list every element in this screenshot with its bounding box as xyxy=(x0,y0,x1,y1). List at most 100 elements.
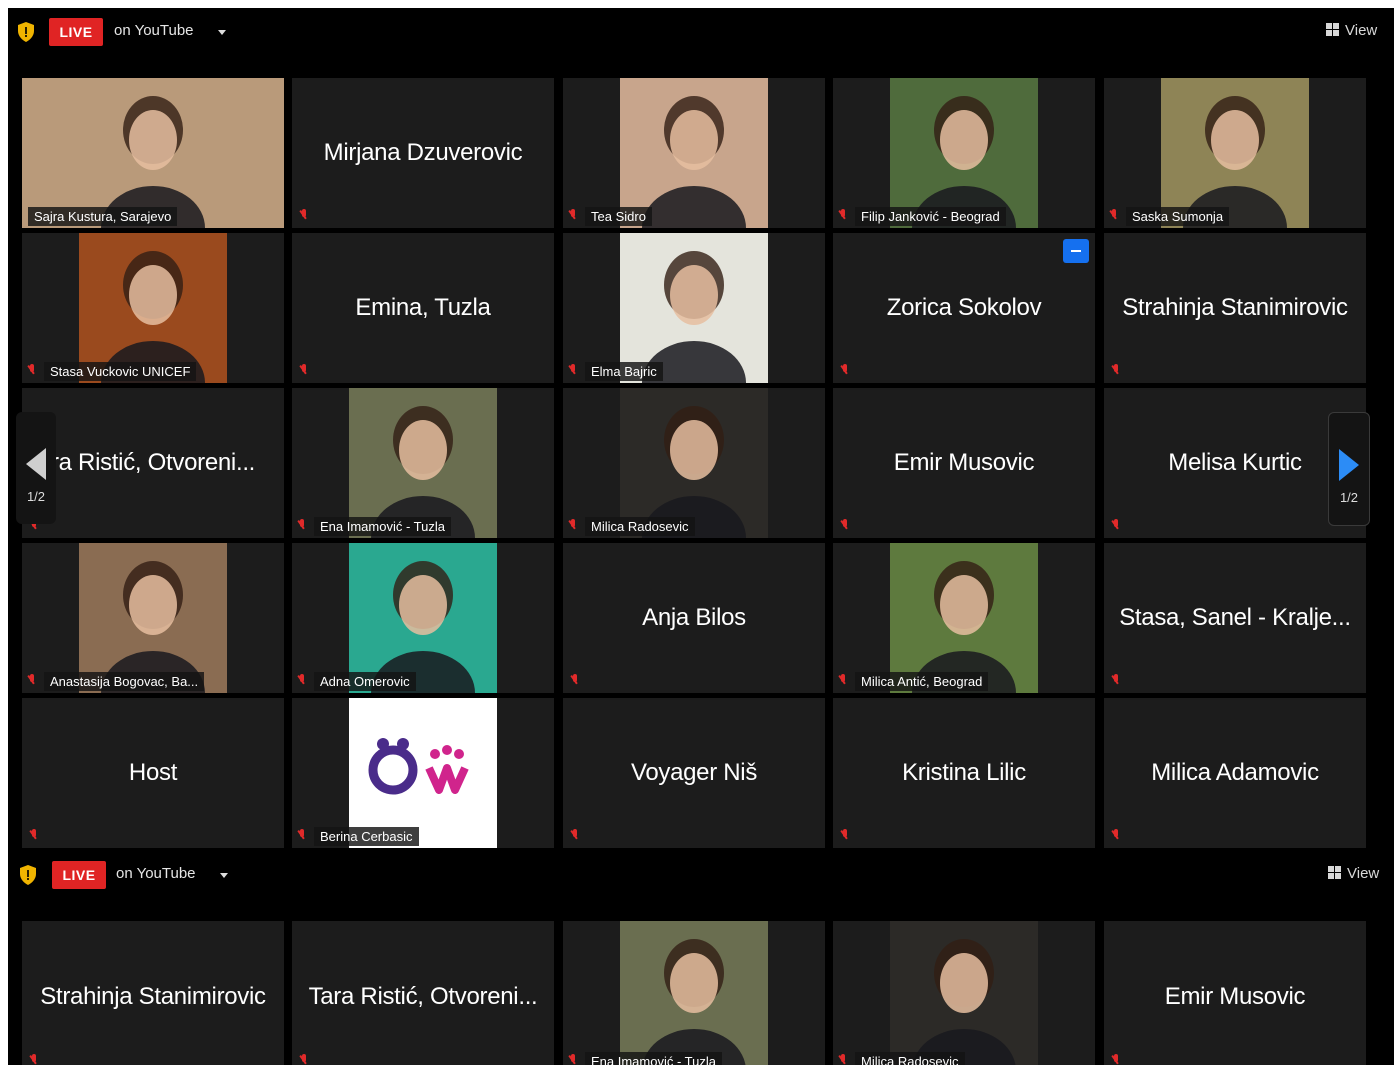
participant-tile[interactable]: Adna Omerovic xyxy=(292,543,554,693)
live-badge[interactable]: LIVE xyxy=(49,18,103,46)
person-silhouette xyxy=(912,939,1016,1065)
next-page-button[interactable]: 1/2 xyxy=(1328,412,1370,526)
participant-tile[interactable]: Strahinja Stanimirovic xyxy=(1104,233,1366,383)
participant-tile[interactable]: Kristina Lilic xyxy=(833,698,1095,848)
participant-tile[interactable]: Mirjana Dzuverovic xyxy=(292,78,554,228)
participant-tile[interactable]: Ena Imamović - Tuzla xyxy=(563,921,825,1065)
participant-tile[interactable]: Tea Sidro xyxy=(563,78,825,228)
participant-tile[interactable]: Berina Cerbasic xyxy=(292,698,554,848)
participant-video xyxy=(890,543,1038,693)
view-label: View xyxy=(1347,865,1380,882)
participant-tile[interactable]: Tara Ristić, Otvoreni... xyxy=(292,921,554,1065)
mic-muted-icon xyxy=(298,519,306,531)
participant-name-tag: Ena Imamović - Tuzla xyxy=(314,517,451,536)
participant-tile[interactable]: Voyager Niš xyxy=(563,698,825,848)
participant-name-tag: Milica Radosevic xyxy=(855,1052,965,1065)
arrow-right-icon xyxy=(1339,449,1359,481)
mic-muted-icon xyxy=(1112,829,1120,841)
participant-name: Milica Adamovic xyxy=(1151,759,1319,786)
participant-tile[interactable]: ra Ristić, Otvoreni... xyxy=(22,388,284,538)
mic-muted-icon xyxy=(30,1054,38,1065)
view-button[interactable]: View xyxy=(1326,22,1377,39)
participant-tile[interactable]: Sajra Kustura, Sarajevo xyxy=(22,78,284,228)
participant-name-tag: Tea Sidro xyxy=(585,207,652,226)
shield-icon[interactable] xyxy=(20,865,36,885)
participant-tile[interactable]: Stasa Vuckovic UNICEF xyxy=(22,233,284,383)
participant-name: Host xyxy=(128,759,178,786)
person-silhouette xyxy=(912,561,1016,693)
grid-view-icon xyxy=(1328,866,1341,879)
chevron-down-icon[interactable] xyxy=(220,873,228,878)
participant-name-tag: Saska Sumonja xyxy=(1126,207,1230,226)
person-silhouette xyxy=(642,96,746,228)
participant-name: Kristina Lilic xyxy=(902,759,1026,786)
live-stream-destination[interactable]: on YouTube xyxy=(114,22,194,39)
face xyxy=(399,575,447,635)
participant-name: Voyager Niš xyxy=(630,759,758,786)
minimize-icon[interactable] xyxy=(1063,239,1089,263)
person-silhouette xyxy=(101,96,205,228)
participant-logo xyxy=(349,698,497,848)
participant-tile[interactable]: Milica Antić, Beograd xyxy=(833,543,1095,693)
participant-tile[interactable]: Anastasija Bogovac, Ba... xyxy=(22,543,284,693)
face xyxy=(670,110,718,170)
participant-tile[interactable]: Emir Musovic xyxy=(833,388,1095,538)
participant-tile[interactable]: Ena Imamović - Tuzla xyxy=(292,388,554,538)
person-silhouette xyxy=(642,251,746,383)
participant-tile[interactable]: Saska Sumonja xyxy=(1104,78,1366,228)
participant-tile[interactable]: Stasa, Sanel - Kralje... xyxy=(1104,543,1366,693)
meeting-top-bar: LIVE on YouTube View xyxy=(8,851,1394,901)
mic-muted-icon xyxy=(571,674,579,686)
participant-tile[interactable]: Emir Musovic xyxy=(1104,921,1366,1065)
person-silhouette xyxy=(642,406,746,538)
mic-muted-icon xyxy=(1112,674,1120,686)
participant-tile[interactable]: Milica Radosevic xyxy=(563,388,825,538)
participant-tile[interactable]: Host xyxy=(22,698,284,848)
meeting-top-bar: LIVE on YouTube View xyxy=(8,8,1394,58)
mic-muted-icon xyxy=(300,209,308,221)
participant-name: Melisa Kurtic xyxy=(1168,449,1302,476)
participant-name-tag: Anastasija Bogovac, Ba... xyxy=(44,672,205,691)
mic-muted-icon xyxy=(30,829,38,841)
mic-muted-icon xyxy=(841,829,849,841)
mic-muted-icon xyxy=(839,674,847,686)
face xyxy=(399,420,447,480)
participant-name: Emir Musovic xyxy=(1164,983,1306,1010)
page-counter: 1/2 xyxy=(1339,490,1359,505)
participant-name: Mirjana Dzuverovic xyxy=(323,139,523,166)
mic-muted-icon xyxy=(1112,1054,1120,1065)
participant-tile[interactable]: Anja Bilos xyxy=(563,543,825,693)
mic-muted-icon xyxy=(569,1054,577,1065)
face xyxy=(129,575,177,635)
face xyxy=(670,420,718,480)
face xyxy=(670,265,718,325)
mic-muted-icon xyxy=(569,519,577,531)
participant-tile[interactable]: Melisa Kurtic xyxy=(1104,388,1366,538)
live-badge[interactable]: LIVE xyxy=(52,861,106,889)
participant-video xyxy=(620,78,768,228)
participant-tile[interactable]: Zorica Sokolov xyxy=(833,233,1095,383)
mic-muted-icon xyxy=(1112,364,1120,376)
live-stream-destination[interactable]: on YouTube xyxy=(116,865,196,882)
shield-icon[interactable] xyxy=(18,22,34,42)
view-button[interactable]: View xyxy=(1328,865,1379,882)
person-silhouette xyxy=(1183,96,1287,228)
participant-video xyxy=(79,543,227,693)
organization-logo-icon xyxy=(368,738,469,795)
participant-tile[interactable]: Elma Bajric xyxy=(563,233,825,383)
mic-muted-icon xyxy=(298,829,306,841)
participant-tile[interactable]: Milica Radosevic xyxy=(833,921,1095,1065)
person-silhouette xyxy=(101,561,205,693)
mic-muted-icon xyxy=(841,519,849,531)
participant-tile[interactable]: Emina, Tuzla xyxy=(292,233,554,383)
participant-tile[interactable]: Milica Adamovic xyxy=(1104,698,1366,848)
chevron-down-icon[interactable] xyxy=(218,30,226,35)
previous-page-button[interactable]: 1/2 xyxy=(16,412,56,524)
participant-tile[interactable]: Strahinja Stanimirovic xyxy=(22,921,284,1065)
mic-muted-icon xyxy=(1112,519,1120,531)
participant-tile[interactable]: Filip Janković - Beograd xyxy=(833,78,1095,228)
participant-name: Emir Musovic xyxy=(893,449,1035,476)
participant-video xyxy=(620,233,768,383)
face xyxy=(940,575,988,635)
participant-name-tag: Ena Imamović - Tuzla xyxy=(585,1052,722,1065)
